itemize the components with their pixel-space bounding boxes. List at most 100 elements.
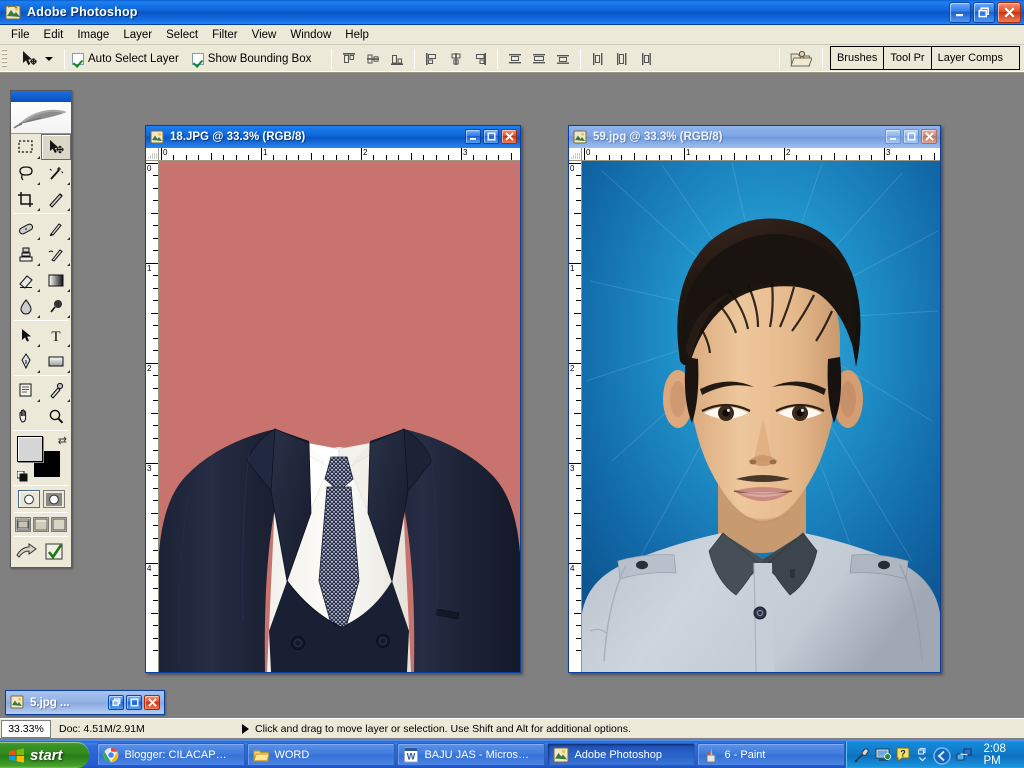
crop-tool[interactable] (11, 186, 41, 212)
document-maximize-button[interactable] (483, 129, 499, 144)
move-tool[interactable] (41, 134, 71, 160)
menu-filter[interactable]: Filter (205, 27, 245, 43)
distribute-bottom-edges-icon[interactable] (553, 49, 573, 69)
vertical-ruler[interactable]: 0 1 2 3 4 (146, 161, 159, 672)
distribute-left-edges-icon[interactable] (588, 49, 608, 69)
chevron-expand-icon[interactable] (917, 747, 928, 763)
taskbar-item-baju-jas[interactable]: W BAJU JAS - Micros… (397, 743, 546, 766)
foreground-color-swatch[interactable] (17, 436, 43, 462)
palette-tab-layer-comps[interactable]: Layer Comps (931, 47, 1019, 69)
document-window-18jpg[interactable]: 18.JPG @ 33.3% (RGB/8) 0 1 2 3 0 1 2 3 4 (145, 125, 521, 673)
auto-select-layer-checkbox[interactable]: Auto Select Layer (72, 52, 179, 65)
slice-tool[interactable] (41, 186, 71, 212)
start-button[interactable]: start (0, 742, 90, 768)
path-selection-tool[interactable] (11, 322, 41, 348)
ruler-corner[interactable] (569, 148, 582, 161)
microphone-icon[interactable] (854, 747, 870, 763)
status-menu-arrow-icon[interactable] (242, 723, 249, 734)
healing-brush-tool[interactable] (11, 215, 41, 241)
document-size-info[interactable]: Doc: 4.51M/2.91M (51, 723, 236, 735)
swap-colors-icon[interactable]: ⇄ (58, 434, 67, 447)
align-left-edges-icon[interactable] (422, 49, 442, 69)
history-brush-tool[interactable] (41, 241, 71, 267)
full-screen-mode-button[interactable] (51, 517, 67, 532)
distribute-horizontal-centers-icon[interactable] (612, 49, 632, 69)
document-close-button[interactable] (921, 129, 937, 144)
quick-mask-mode-button[interactable] (42, 490, 65, 508)
menu-window[interactable]: Window (283, 27, 338, 43)
standard-screen-mode-button[interactable] (15, 517, 31, 532)
ruler-corner[interactable] (146, 148, 159, 161)
distribute-top-edges-icon[interactable] (505, 49, 525, 69)
minimized-maximize-button[interactable] (126, 695, 142, 710)
minimized-close-button[interactable] (144, 695, 160, 710)
default-colors-icon[interactable] (16, 470, 28, 482)
palette-tab-tool-presets[interactable]: Tool Pr (884, 47, 932, 69)
eyedropper-tool[interactable] (41, 377, 71, 403)
menu-help[interactable]: Help (338, 27, 376, 43)
jump-to-imageready-icon[interactable] (15, 542, 39, 562)
menu-view[interactable]: View (245, 27, 284, 43)
magic-wand-tool[interactable] (41, 160, 71, 186)
back-arrow-icon[interactable] (933, 746, 952, 765)
pen-tool[interactable] (11, 348, 41, 374)
menu-file[interactable]: File (4, 27, 37, 43)
align-bottom-edges-icon[interactable] (387, 49, 407, 69)
edit-in-imageready-icon[interactable] (43, 542, 67, 562)
align-vertical-centers-icon[interactable] (363, 49, 383, 69)
tool-preset-chevron-down-icon[interactable] (45, 56, 53, 61)
dodge-tool[interactable] (41, 293, 71, 319)
notes-tool[interactable] (11, 377, 41, 403)
options-bar-grip[interactable] (0, 46, 9, 72)
canvas-18jpg[interactable] (159, 161, 520, 672)
clock[interactable]: 2:08 PM (983, 743, 1018, 767)
document-maximize-button[interactable] (903, 129, 919, 144)
active-tool-preset-picker[interactable] (11, 48, 57, 70)
shape-tool[interactable] (41, 348, 71, 374)
taskbar-item-word-folder[interactable]: WORD (247, 743, 396, 766)
lasso-tool[interactable] (11, 160, 41, 186)
horizontal-ruler[interactable]: 0 1 2 3 (159, 148, 520, 161)
taskbar-item-paint[interactable]: 6 - Paint (697, 743, 846, 766)
toolbox-title-bar[interactable] (11, 91, 71, 102)
zoom-tool[interactable] (41, 403, 71, 429)
taskbar-item-blogger[interactable]: Blogger: CILACAP… (97, 743, 246, 766)
minimized-restore-button[interactable] (108, 695, 124, 710)
network-connection-icon[interactable] (956, 747, 972, 763)
help-icon[interactable]: ? (896, 747, 912, 763)
zoom-level-field[interactable]: 33.33% (1, 719, 51, 738)
palette-tab-brushes[interactable]: Brushes (830, 47, 885, 69)
hand-tool[interactable] (11, 403, 41, 429)
standard-mode-button[interactable] (17, 490, 40, 508)
document-title-bar[interactable]: 59.jpg @ 33.3% (RGB/8) (569, 126, 940, 148)
canvas-59jpg[interactable] (582, 161, 940, 672)
document-minimize-button[interactable] (465, 129, 481, 144)
type-tool[interactable]: T (41, 322, 71, 348)
blur-tool[interactable] (11, 293, 41, 319)
document-title-bar[interactable]: 18.JPG @ 33.3% (RGB/8) (146, 126, 520, 148)
restore-button[interactable] (973, 2, 995, 23)
horizontal-ruler[interactable]: 0 1 2 3 (582, 148, 940, 161)
marquee-tool[interactable] (11, 134, 41, 160)
distribute-vertical-centers-icon[interactable] (529, 49, 549, 69)
gradient-tool[interactable] (41, 267, 71, 293)
checkbox-icon[interactable] (72, 52, 84, 65)
brush-tool[interactable] (41, 215, 71, 241)
eraser-tool[interactable] (11, 267, 41, 293)
menu-select[interactable]: Select (159, 27, 205, 43)
clone-stamp-tool[interactable] (11, 241, 41, 267)
vertical-ruler[interactable]: 0 1 2 3 4 (569, 161, 582, 672)
menu-image[interactable]: Image (70, 27, 116, 43)
align-right-edges-icon[interactable] (470, 49, 490, 69)
full-screen-with-menubar-button[interactable] (33, 517, 49, 532)
taskbar-item-adobe-photoshop[interactable]: Adobe Photoshop (547, 743, 696, 766)
file-browser-icon[interactable] (787, 46, 815, 70)
menu-layer[interactable]: Layer (116, 27, 159, 43)
document-minimize-button[interactable] (885, 129, 901, 144)
document-close-button[interactable] (501, 129, 517, 144)
close-button[interactable] (997, 2, 1021, 23)
checkbox-icon[interactable] (191, 52, 204, 65)
minimize-button[interactable] (949, 2, 971, 23)
distribute-right-edges-icon[interactable] (636, 49, 656, 69)
minimized-document-window-5jpg[interactable]: 5.jpg ... (5, 690, 165, 715)
